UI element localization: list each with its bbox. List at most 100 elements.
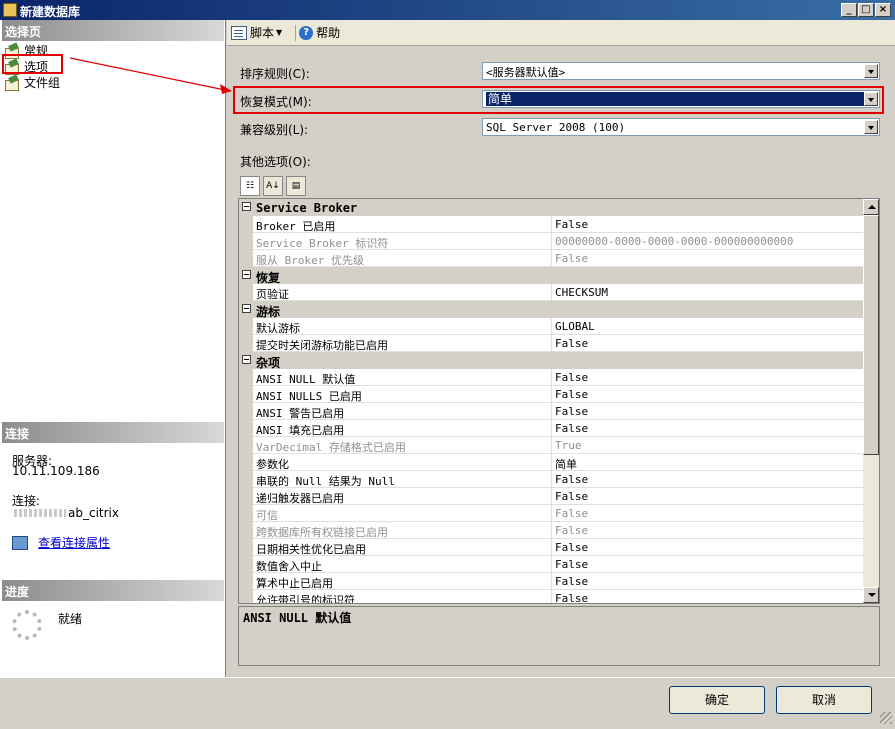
property-value[interactable]: True [555, 439, 582, 452]
category-row[interactable]: 杂项 [239, 352, 864, 370]
resize-grip-icon[interactable] [880, 712, 892, 724]
collation-combo[interactable]: <服务器默认值> [482, 62, 880, 80]
category-row[interactable]: 恢复 [239, 267, 864, 285]
chevron-down-icon[interactable] [864, 120, 878, 134]
compat-combo[interactable]: SQL Server 2008 (100) [482, 118, 880, 136]
toolbar: 脚本 ▼ ? 帮助 [227, 20, 895, 46]
page-item-filegroups[interactable]: 文件组 [4, 74, 60, 91]
column-divider [551, 386, 552, 403]
property-value[interactable]: 00000000-0000-0000-0000-000000000000 [555, 235, 793, 248]
row-gutter [239, 318, 253, 335]
property-row[interactable]: 页验证 CHECKSUM [239, 284, 864, 301]
progress-spinner-icon [12, 610, 42, 640]
column-divider [551, 471, 552, 488]
server-value: 10.11.109.186 [12, 464, 100, 478]
connection-header: 连接 [2, 422, 224, 443]
property-name: 算术中止已启用 [256, 577, 333, 590]
property-row[interactable]: Broker 已启用 False [239, 216, 864, 233]
property-value[interactable]: False [555, 371, 588, 384]
property-value[interactable]: CHECKSUM [555, 286, 608, 299]
property-row[interactable]: 数值舍入中止 False [239, 556, 864, 573]
property-pages-icon[interactable]: ▤ [286, 175, 306, 196]
property-value[interactable]: False [555, 388, 588, 401]
categorized-icon[interactable]: ☷ [240, 175, 260, 196]
property-row[interactable]: ANSI NULL 默认值 False [239, 369, 864, 386]
property-row[interactable]: 默认游标 GLOBAL [239, 318, 864, 335]
category-label: Service Broker [256, 201, 358, 215]
property-row[interactable]: 服从 Broker 优先级 False [239, 250, 864, 267]
property-name: 递归触发器已启用 [256, 492, 344, 505]
chevron-down-icon[interactable]: ▼ [276, 28, 282, 37]
property-value[interactable]: False [555, 541, 588, 554]
property-row[interactable]: 参数化 简单 [239, 454, 864, 471]
property-name: VarDecimal 存储格式已启用 [256, 441, 406, 454]
property-value[interactable]: False [555, 218, 588, 231]
property-value[interactable]: False [555, 524, 588, 537]
column-divider [551, 488, 552, 505]
property-value[interactable]: 简单 [555, 456, 577, 472]
collapse-icon[interactable] [242, 304, 251, 313]
property-grid[interactable]: Service Broker Broker 已启用 False Service Bro… [238, 198, 880, 604]
chevron-down-icon[interactable] [864, 64, 878, 78]
property-value[interactable]: False [555, 337, 588, 350]
property-name: 跨数据库所有权链接已启用 [256, 526, 388, 539]
property-row[interactable]: 可信 False [239, 505, 864, 522]
property-name: 页验证 [256, 288, 289, 301]
property-row[interactable]: 算术中止已启用 False [239, 573, 864, 590]
close-button[interactable]: × [875, 3, 891, 17]
property-row[interactable]: 允许带引号的标识符 False [239, 590, 864, 603]
collation-label: 排序规则(C): [240, 67, 310, 81]
maximize-button[interactable]: □ [858, 3, 874, 17]
column-divider [551, 318, 552, 335]
category-row[interactable]: Service Broker [239, 199, 864, 216]
sort-alpha-icon[interactable]: A↓ [263, 175, 283, 196]
property-value[interactable]: False [555, 490, 588, 503]
property-value[interactable]: GLOBAL [555, 320, 595, 333]
property-row[interactable]: ANSI 填充已启用 False [239, 420, 864, 437]
script-button[interactable]: 脚本 ▼ [231, 24, 286, 41]
column-divider [551, 556, 552, 573]
property-value[interactable]: False [555, 405, 588, 418]
help-button[interactable]: ? 帮助 [299, 24, 340, 41]
column-divider [551, 216, 552, 233]
column-divider [551, 505, 552, 522]
view-connection-properties[interactable]: 查看连接属性 [12, 534, 110, 551]
property-row[interactable]: ANSI 警告已启用 False [239, 403, 864, 420]
scroll-down-icon[interactable] [863, 587, 879, 603]
row-gutter [239, 573, 253, 590]
collapse-icon[interactable] [242, 270, 251, 279]
property-value[interactable]: False [555, 422, 588, 435]
category-row[interactable]: 游标 [239, 301, 864, 319]
property-row[interactable]: 跨数据库所有权链接已启用 False [239, 522, 864, 539]
row-gutter [239, 386, 253, 403]
collapse-icon[interactable] [242, 202, 251, 211]
row-gutter [239, 216, 253, 233]
property-row[interactable]: 提交时关闭游标功能已启用 False [239, 335, 864, 352]
column-divider [551, 454, 552, 471]
property-value[interactable]: False [555, 558, 588, 571]
column-divider [551, 437, 552, 454]
cancel-button[interactable]: 取消 [776, 686, 872, 714]
property-row[interactable]: VarDecimal 存储格式已启用 True [239, 437, 864, 454]
property-value[interactable]: False [555, 575, 588, 588]
collapse-icon[interactable] [242, 355, 251, 364]
property-value[interactable]: False [555, 507, 588, 520]
row-gutter [239, 522, 253, 539]
scroll-thumb[interactable] [863, 215, 879, 455]
ok-button[interactable]: 确定 [669, 686, 765, 714]
property-row[interactable]: ANSI NULLS 已启用 False [239, 386, 864, 403]
progress-status: 就绪 [58, 612, 83, 626]
property-row[interactable]: 日期相关性优化已启用 False [239, 539, 864, 556]
property-value[interactable]: False [555, 592, 588, 603]
property-row[interactable]: 串联的 Null 结果为 Null False [239, 471, 864, 488]
page-icon [4, 76, 20, 91]
property-value[interactable]: False [555, 473, 588, 486]
property-value[interactable]: False [555, 252, 588, 265]
property-row[interactable]: 递归触发器已启用 False [239, 488, 864, 505]
property-row[interactable]: Service Broker 标识符 00000000-0000-0000-000… [239, 233, 864, 250]
minimize-button[interactable]: _ [841, 3, 857, 17]
column-divider [551, 335, 552, 352]
property-grid-scrollbar[interactable] [863, 199, 879, 603]
scroll-up-icon[interactable] [863, 199, 879, 215]
property-name: 提交时关闭游标功能已启用 [256, 339, 388, 352]
